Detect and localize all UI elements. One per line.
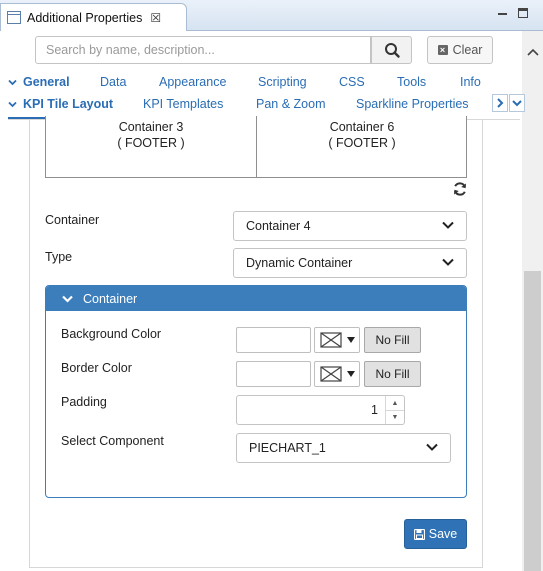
tab-info[interactable]: Info <box>460 75 481 89</box>
container-label: Container <box>45 213 100 227</box>
clear-button[interactable]: × Clear <box>427 36 493 64</box>
properties-view-icon <box>7 11 21 24</box>
container-role: ( FOOTER ) <box>117 136 185 150</box>
section-title: Container <box>83 291 138 306</box>
search-input[interactable] <box>35 36 371 64</box>
layout-preview: Container 3 ( FOOTER ) Container 6 ( FOO… <box>45 116 467 178</box>
view-tab-additional-properties[interactable]: Additional Properties ☒ <box>0 3 187 31</box>
save-button-label: Save <box>428 527 458 541</box>
type-select[interactable]: Dynamic Container <box>233 248 467 278</box>
border-pattern-dropdown[interactable] <box>314 361 360 387</box>
background-no-fill-button[interactable]: No Fill <box>364 327 421 353</box>
tab-kpi-templates[interactable]: KPI Templates <box>143 97 223 111</box>
clear-x-icon: × <box>437 45 448 55</box>
clear-button-label: Clear <box>452 43 483 57</box>
select-component-label: Select Component <box>61 434 164 448</box>
tab-data[interactable]: Data <box>100 75 126 89</box>
decrement-icon[interactable]: ▼ <box>385 410 404 424</box>
preview-container-right[interactable]: Container 6 ( FOOTER ) <box>257 119 467 151</box>
maximize-icon[interactable] <box>518 8 528 18</box>
type-label: Type <box>45 250 73 264</box>
border-color-swatch[interactable] <box>236 361 311 387</box>
tab-kpi-tile-layout[interactable]: KPI Tile Layout <box>8 97 113 111</box>
container-section-header[interactable]: Container <box>46 286 466 311</box>
padding-label: Padding <box>61 395 107 409</box>
tab-appearance[interactable]: Appearance <box>159 75 226 89</box>
search-button[interactable] <box>371 36 412 64</box>
container-select-value: Container 4 <box>246 219 311 233</box>
scroll-up-icon[interactable] <box>522 43 543 61</box>
increment-icon[interactable]: ▲ <box>385 396 404 411</box>
tab-css[interactable]: CSS <box>339 75 365 89</box>
floppy-disk-icon <box>413 528 425 540</box>
component-select-value: PIECHART_1 <box>249 441 326 455</box>
padding-stepper[interactable]: 1 ▲ ▼ <box>236 395 405 425</box>
view-tab-bar: Additional Properties ☒ <box>0 0 543 31</box>
container-name: Container 3 <box>118 120 184 134</box>
tab-row-main: General Data Appearance Scripting CSS To… <box>0 75 520 93</box>
border-no-fill-button[interactable]: No Fill <box>364 361 421 387</box>
no-pattern-icon <box>320 332 342 348</box>
type-select-value: Dynamic Container <box>246 256 353 270</box>
chevron-down-icon <box>8 78 17 89</box>
container-role: ( FOOTER ) <box>328 136 396 150</box>
container-select[interactable]: Container 4 <box>233 211 467 241</box>
chevron-down-icon <box>442 258 454 266</box>
container-name: Container 6 <box>329 120 395 134</box>
tab-general[interactable]: General <box>8 75 70 89</box>
component-select[interactable]: PIECHART_1 <box>236 433 451 463</box>
tab-sparkline-properties[interactable]: Sparkline Properties <box>356 97 469 111</box>
tab-scroll-right-icon[interactable] <box>492 94 508 112</box>
tab-row-sub: KPI Tile Layout KPI Templates Pan & Zoom… <box>0 97 520 115</box>
chevron-down-icon <box>62 295 73 303</box>
refresh-icon[interactable] <box>452 181 468 197</box>
padding-value: 1 <box>371 403 378 417</box>
search-icon <box>385 43 400 58</box>
tab-tools[interactable]: Tools <box>397 75 426 89</box>
chevron-down-icon <box>8 100 17 111</box>
background-pattern-dropdown[interactable] <box>314 327 360 353</box>
tab-scripting[interactable]: Scripting <box>258 75 307 89</box>
view-title: Additional Properties <box>27 10 143 25</box>
chevron-down-icon <box>442 221 454 229</box>
save-button[interactable]: Save <box>404 519 467 549</box>
background-color-swatch[interactable] <box>236 327 311 353</box>
close-view-icon[interactable]: ☒ <box>150 11 161 25</box>
tab-pan-zoom[interactable]: Pan & Zoom <box>256 97 325 111</box>
chevron-down-icon <box>426 443 438 451</box>
background-color-label: Background Color <box>61 327 162 341</box>
minimize-icon[interactable] <box>497 7 508 18</box>
caret-down-icon <box>347 371 355 377</box>
no-pattern-icon <box>320 366 342 382</box>
caret-down-icon <box>347 337 355 343</box>
container-section: Container <box>45 285 467 498</box>
vertical-scrollbar[interactable] <box>522 31 543 571</box>
preview-container-left[interactable]: Container 3 ( FOOTER ) <box>46 119 256 151</box>
border-color-label: Border Color <box>61 361 132 375</box>
tab-overflow-dropdown-icon[interactable] <box>509 94 525 112</box>
scrollbar-thumb[interactable] <box>524 271 541 571</box>
